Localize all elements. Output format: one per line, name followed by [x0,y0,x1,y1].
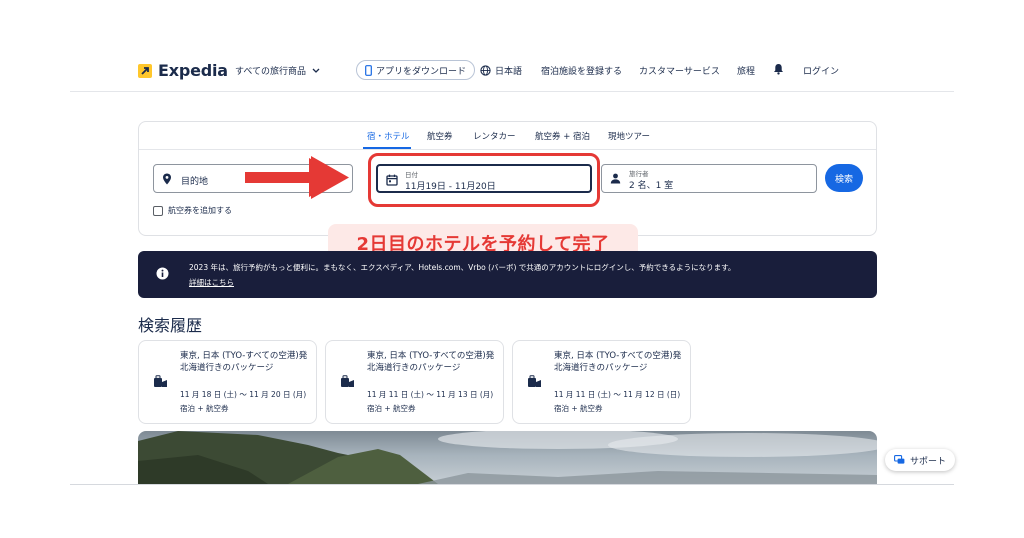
history-card-title: 東京, 日本 (TYO-すべての空港)発北海道行きのパッケージ [367,351,495,373]
page-bottom-divider [70,484,954,485]
search-tabs: 宿・ホテル 航空券 レンタカー 航空券 + 宿泊 現地ツアー [139,122,876,150]
list-property-link[interactable]: 宿泊施設を登録する [541,64,622,77]
history-card[interactable]: 東京, 日本 (TYO-すべての空港)発北海道行きのパッケージ 11 月 18 … [138,340,317,424]
app-download-button[interactable]: アプリをダウンロード [356,60,476,80]
history-card-title: 東京, 日本 (TYO-すべての空港)発北海道行きのパッケージ [554,351,682,373]
customer-service-link[interactable]: カスタマーサービス [639,64,720,77]
history-card-dates: 11 月 18 日 (土) ～ 11 月 20 日 (月) [180,390,307,399]
notifications-button[interactable] [773,63,784,75]
add-flight-option[interactable]: 航空券を追加する [153,205,232,216]
person-icon [610,173,621,184]
language-label: 日本語 [495,67,523,77]
dates-highlight-annotation [368,153,600,207]
landscape-illustration [138,431,877,484]
login-link[interactable]: ログイン [803,64,839,77]
info-banner: 2023 年は、旅行予約がもっと便利に。まもなく、エクスペディア、Hotels.… [138,251,877,298]
tab-cars[interactable]: レンタカー [473,130,516,142]
location-pin-icon [163,173,171,185]
history-card-type: 宿泊 + 航空券 [554,404,603,413]
info-icon [156,267,169,280]
expedia-logo[interactable]: Expedia [138,61,228,80]
support-label: サポート [910,456,947,467]
trips-label: 旅程 [737,67,756,77]
history-card-dates: 11 月 11 日 (土) ～ 11 月 12 日 (日) [554,390,681,399]
language-selector[interactable]: 日本語 [480,64,522,77]
banner-text: 2023 年は、旅行予約がもっと便利に。まもなく、エクスペディア、Hotels.… [189,263,736,272]
app-download-label: アプリをダウンロード [376,66,467,77]
support-button[interactable]: サポート [885,449,956,471]
logo-text: Expedia [158,61,228,80]
search-history-title: 検索履歴 [138,316,203,335]
banner-details-link[interactable]: 詳細はこちら [189,277,234,288]
tab-flights[interactable]: 航空券 [427,130,453,142]
red-arrow-annotation [245,156,349,199]
bell-icon [774,64,783,75]
active-tab-indicator [363,147,411,149]
tab-activities[interactable]: 現地ツアー [608,130,650,142]
header-divider [70,91,954,92]
history-card[interactable]: 東京, 日本 (TYO-すべての空港)発北海道行きのパッケージ 11 月 11 … [512,340,691,424]
site-header: Expedia すべての旅行商品 アプリをダウンロード 日本語 宿泊施設を登録す… [0,0,1024,92]
expedia-logo-icon [138,63,152,78]
history-card-dates: 11 月 11 日 (土) ～ 11 月 13 日 (月) [367,390,494,399]
login-label: ログイン [803,67,840,77]
package-icon [528,375,541,387]
travelers-value: 2 名、1 室 [629,181,674,191]
list-property-label: 宿泊施設を登録する [541,67,623,77]
package-icon [154,375,167,387]
shop-travel-menu[interactable]: すべての旅行商品 [235,64,320,77]
history-card-type: 宿泊 + 航空券 [367,404,416,413]
search-button[interactable]: 検索 [825,164,863,192]
travelers-field[interactable]: 旅行者 2 名、1 室 [601,164,817,193]
add-flight-label: 航空券を追加する [168,206,232,215]
trips-link[interactable]: 旅程 [737,64,755,77]
chat-icon [894,455,905,464]
package-icon [341,375,354,387]
hero-image [138,431,877,484]
shop-travel-label: すべての旅行商品 [235,67,307,77]
add-flight-checkbox[interactable] [153,205,163,216]
travelers-label: 旅行者 [629,170,649,178]
chevron-down-icon [312,68,320,73]
tab-packages[interactable]: 航空券 + 宿泊 [535,130,590,142]
history-card[interactable]: 東京, 日本 (TYO-すべての空港)発北海道行きのパッケージ 11 月 11 … [325,340,504,424]
globe-icon [480,65,491,76]
tab-hotels[interactable]: 宿・ホテル [367,130,410,142]
phone-icon [365,64,372,76]
history-card-title: 東京, 日本 (TYO-すべての空港)発北海道行きのパッケージ [180,351,308,373]
customer-service-label: カスタマーサービス [639,67,720,77]
destination-placeholder: 目的地 [181,177,209,187]
history-card-type: 宿泊 + 航空券 [180,404,229,413]
